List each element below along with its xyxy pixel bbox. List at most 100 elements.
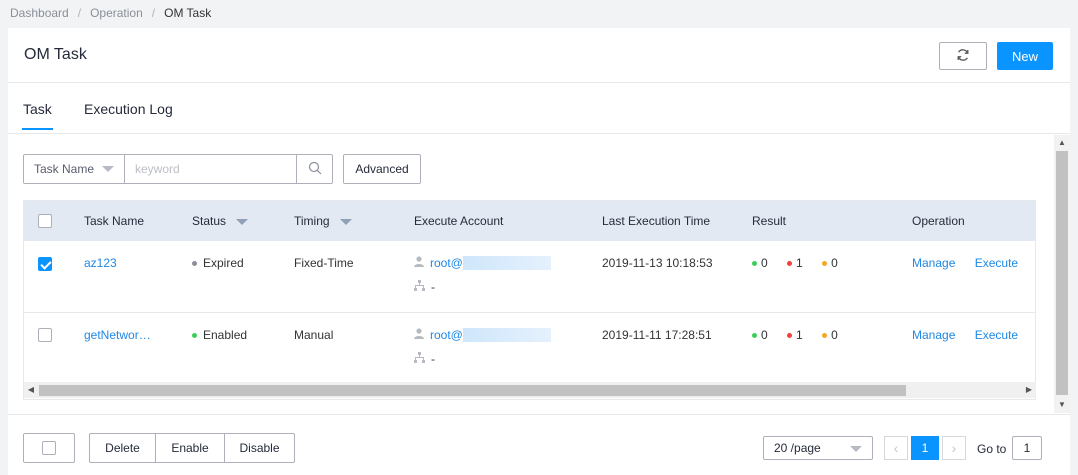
filter-icon[interactable] (236, 218, 249, 225)
user-icon (414, 256, 424, 270)
last-execution-time: 2019-11-11 17:28:51 (602, 327, 712, 342)
operation-cell: Manage Execute (912, 312, 1035, 383)
status-dot-icon (192, 332, 197, 338)
prev-page-button[interactable]: ‹ (884, 436, 908, 460)
manage-link[interactable]: Manage (912, 328, 955, 342)
advanced-search-button[interactable]: Advanced (343, 154, 421, 184)
result-failed: 1 (787, 256, 803, 270)
result-warning: 0 (822, 328, 838, 342)
scroll-left-icon[interactable]: ◀ (24, 382, 38, 398)
next-page-button[interactable]: › (942, 436, 966, 460)
status-badge: Enabled (192, 328, 247, 342)
result-failed-count: 1 (796, 256, 803, 270)
operation-cell: Manage Execute (912, 241, 1035, 312)
table-header-row: Task Name Status Timing Execute Account … (24, 201, 1035, 241)
refresh-icon (956, 48, 970, 65)
tab-content: Task Name Advanced Task Nam (8, 135, 1070, 413)
search-field-select[interactable]: Task Name (24, 155, 125, 183)
column-header-timing[interactable]: Timing (294, 201, 414, 241)
page-header: OM Task New (8, 28, 1070, 83)
breadcrumb-separator: / (151, 6, 156, 20)
account-link[interactable]: root@ (430, 256, 463, 270)
horizontal-scroll-thumb[interactable] (39, 385, 906, 396)
tab-execution-log[interactable]: Execution Log (84, 101, 173, 117)
failed-dot-icon (787, 332, 793, 338)
column-header-execute-account: Execute Account (414, 214, 504, 228)
row-checkbox[interactable] (38, 256, 52, 271)
page-size-select[interactable]: 20 /page (763, 436, 873, 460)
masked-host (462, 327, 551, 342)
refresh-button[interactable] (939, 42, 987, 70)
column-header-status[interactable]: Status (192, 201, 294, 241)
delete-button[interactable]: Delete (90, 434, 155, 462)
new-button[interactable]: New (997, 42, 1053, 70)
user-icon (414, 327, 424, 342)
column-header-result: Result (752, 214, 787, 228)
manage-link[interactable]: Manage (912, 256, 955, 270)
result-warning-count: 0 (831, 256, 838, 270)
batch-select-button[interactable] (23, 433, 75, 463)
scroll-right-icon[interactable]: ▶ (1022, 382, 1036, 398)
tab-task[interactable]: Task (22, 101, 53, 130)
result-success-count: 0 (761, 327, 768, 342)
task-name-link[interactable]: getNetwor… (84, 328, 151, 342)
select-all-checkbox[interactable] (38, 214, 52, 229)
breadcrumb-separator: / (77, 6, 82, 20)
column-header-task-name: Task Name (84, 214, 145, 228)
breadcrumb-operation[interactable]: Operation (90, 6, 143, 20)
account-secondary-line: - (414, 351, 602, 367)
hierarchy-icon (414, 351, 425, 366)
batch-select-checkbox[interactable] (42, 441, 56, 455)
hierarchy-icon (414, 280, 425, 294)
page-number-current[interactable]: 1 (911, 436, 939, 460)
search-button[interactable] (296, 155, 332, 183)
result-success: 0 (752, 328, 768, 342)
task-table: Task Name Status Timing Execute Account … (23, 200, 1036, 400)
result-warning: 0 (822, 256, 838, 270)
column-header-timing-label: Timing (294, 214, 330, 228)
disable-button[interactable]: Disable (224, 434, 294, 462)
column-header-operation: Operation (912, 214, 965, 228)
vertical-scroll-thumb[interactable] (1056, 151, 1068, 395)
account-line: root@ (414, 327, 602, 343)
breadcrumb-dashboard[interactable]: Dashboard (10, 6, 69, 20)
task-name-link[interactable]: az123 (84, 256, 117, 270)
horizontal-scrollbar[interactable]: ◀ ▶ (24, 382, 1036, 398)
execute-link[interactable]: Execute (975, 256, 1018, 270)
result-success-count: 0 (761, 256, 768, 270)
warning-dot-icon (822, 261, 828, 267)
filter-icon[interactable] (339, 218, 352, 225)
search-input[interactable] (125, 155, 296, 183)
om-task-card: OM Task New Task Execution Log Task Name… (8, 28, 1070, 475)
goto-label: Go to (977, 442, 1007, 456)
vertical-scrollbar[interactable]: ▲ ▼ (1054, 135, 1070, 413)
status-dot-icon (192, 261, 197, 267)
breadcrumb: Dashboard / Operation / OM Task (10, 5, 211, 21)
success-dot-icon (752, 261, 757, 267)
goto-page-input[interactable] (1012, 436, 1042, 460)
search-field-label: Task Name (34, 162, 95, 176)
table-row: getNetwor… Enabled Manual root@ - 2019-1… (24, 312, 1035, 383)
table-row: az123 Expired Fixed-Time root@ - 2019-11… (24, 241, 1035, 312)
caret-down-icon (102, 166, 115, 172)
account-secondary-line: - (414, 279, 602, 295)
status-text: Enabled (203, 327, 248, 342)
enable-button[interactable]: Enable (155, 434, 224, 462)
breadcrumb-current: OM Task (164, 6, 212, 20)
account-line: root@ (414, 255, 602, 271)
account-link[interactable]: root@ (430, 328, 463, 342)
row-checkbox[interactable] (38, 328, 52, 343)
scroll-up-icon[interactable]: ▲ (1054, 137, 1070, 149)
search-bar: Task Name (23, 154, 333, 184)
chevron-right-icon: › (951, 440, 957, 456)
scroll-down-icon[interactable]: ▼ (1054, 399, 1070, 411)
account-secondary-value: - (431, 351, 435, 366)
last-execution-time: 2019-11-13 10:18:53 (602, 256, 713, 270)
execute-link[interactable]: Execute (975, 328, 1018, 342)
page-title: OM Task (24, 46, 87, 63)
tab-bar: Task Execution Log (8, 84, 1070, 134)
result-cell: 0 1 0 (752, 312, 912, 383)
batch-action-group: Delete Enable Disable (89, 433, 295, 463)
status-badge: Expired (192, 256, 244, 270)
warning-dot-icon (822, 332, 828, 338)
